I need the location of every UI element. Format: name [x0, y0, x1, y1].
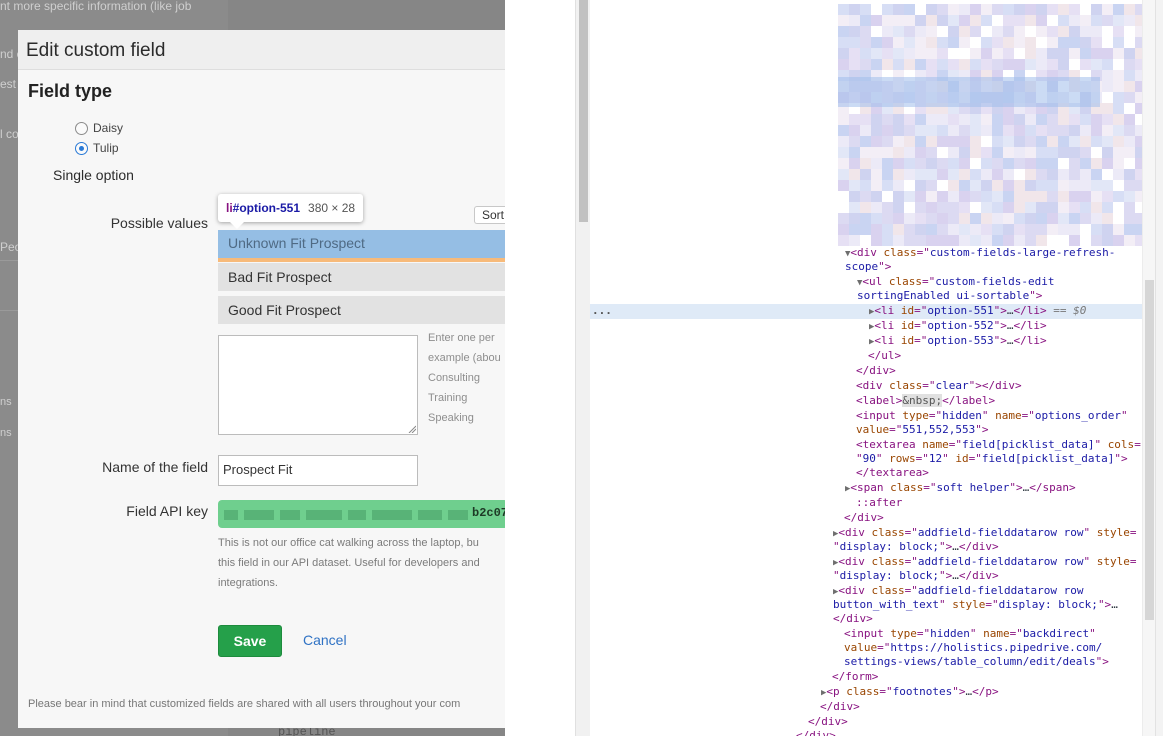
dom-node-line[interactable]: <textarea name="field[picklist_data]" co…	[856, 438, 1141, 452]
devtools-scrollbar[interactable]	[1142, 0, 1155, 736]
screen: nt more specific information (like job n…	[0, 0, 1163, 736]
dom-node-line[interactable]: scope">	[845, 260, 891, 274]
dom-node-line[interactable]: ▶<p class="footnotes">…</p>	[821, 685, 999, 700]
dom-node-line[interactable]: </div>	[856, 364, 896, 378]
bg-text: est	[0, 77, 17, 91]
dom-node-line[interactable]: value="551,552,553">	[856, 423, 988, 437]
bg-text: l co	[0, 127, 19, 141]
modal-body: Field type Daisy Tulip Single option Pos…	[18, 70, 505, 728]
bg-text: nt more specific information (like job	[0, 0, 192, 13]
dom-node-line[interactable]: </textarea>	[856, 466, 929, 480]
dom-node-line[interactable]: ▶<div class="addfield-fielddatarow row" …	[833, 526, 1137, 541]
devtools-side-panel-edge	[1155, 0, 1163, 736]
dom-node-line[interactable]: <input type="hidden" name="backdirect"	[844, 627, 1096, 641]
dom-node-line[interactable]: </div>	[820, 700, 860, 714]
tooltip-tag: li	[226, 201, 233, 215]
dom-node-line[interactable]: </ul>	[868, 349, 901, 363]
dom-node-line[interactable]: ▶<li id="option-552">…</li>	[869, 319, 1047, 334]
modal-header: Edit custom field	[18, 30, 505, 70]
dom-node-line[interactable]: ▼<div class="custom-fields-large-refresh…	[845, 246, 1115, 261]
page-scrollbar[interactable]	[575, 0, 590, 736]
dom-node-line[interactable]: ▶<div class="addfield-fielddatarow row	[833, 584, 1084, 599]
footnote: Please bear in mind that customized fiel…	[28, 698, 461, 710]
dom-node-line[interactable]: ▶<span class="soft helper">…</span>	[845, 481, 1076, 496]
field-type-label: Tulip	[93, 141, 119, 155]
edit-custom-field-modal: Edit custom field Field type Daisy Tulip…	[18, 30, 505, 728]
list-item-option-553[interactable]: Good Fit Prospect	[218, 296, 505, 324]
option-label: Good Fit Prospect	[228, 302, 341, 318]
dom-node-line[interactable]: ▶<div class="addfield-fielddatarow row" …	[833, 555, 1137, 570]
tooltip-id: #option-551	[232, 201, 301, 215]
dom-node-line[interactable]: <input type="hidden" name="options_order…	[856, 409, 1128, 423]
dom-node-line[interactable]: sortingEnabled ui-sortable">	[857, 289, 1042, 303]
field-name-input[interactable]: Prospect Fit	[218, 455, 418, 486]
dom-node-line[interactable]: value="https://holistics.pipedrive.com/	[844, 641, 1102, 655]
field-type-heading: Field type	[28, 81, 113, 101]
sort-button[interactable]: Sort	[474, 206, 505, 224]
dom-node-line[interactable]: </form>	[832, 670, 878, 684]
dom-node-line[interactable]: </div>	[833, 612, 873, 626]
dom-node-line[interactable]: settings-views/table_column/edit/deals">	[844, 655, 1109, 669]
values-textarea[interactable]	[218, 335, 418, 435]
field-name-label: Name of the field	[102, 459, 208, 475]
radio-unchecked-icon[interactable]	[75, 121, 88, 135]
modal-title: Edit custom field	[26, 40, 166, 61]
dom-node-line[interactable]: button_with_text" style="display: block;…	[833, 598, 1118, 612]
dom-node-line[interactable]: </div>	[796, 729, 836, 736]
api-key-field[interactable]: b2c07	[218, 500, 505, 528]
save-button[interactable]: Save	[218, 625, 282, 657]
dom-node-line[interactable]: "90" rows="12" id="field[picklist_data]"…	[856, 452, 1128, 466]
field-type-option-tulip[interactable]: Tulip	[75, 141, 119, 155]
api-key-description: this field in our API dataset. Useful fo…	[218, 557, 480, 569]
list-item-option-552[interactable]: Bad Fit Prospect	[218, 263, 505, 291]
dom-node-line[interactable]: ▼<ul class="custom-fields-edit	[857, 275, 1055, 290]
api-key-label: Field API key	[126, 503, 208, 519]
inspector-tooltip: li#option-551 380 × 28	[218, 194, 364, 222]
values-hint: Training	[428, 392, 468, 404]
node-actions-ellipsis[interactable]: ...	[592, 304, 612, 317]
field-type-option-daisy[interactable]: Daisy	[75, 121, 123, 135]
dom-node-line[interactable]: ::after	[856, 496, 902, 510]
bg-text: ns	[0, 427, 12, 439]
page-scrollbar-thumb[interactable]	[579, 0, 588, 222]
dom-node-line[interactable]: "display: block;">…</div>	[833, 540, 999, 554]
resize-grip-icon[interactable]	[408, 425, 416, 433]
option-label: Unknown Fit Prospect	[228, 235, 365, 251]
tooltip-arrow	[230, 222, 244, 229]
values-hint: Enter one per	[428, 332, 495, 344]
page-gap	[505, 0, 575, 736]
values-hint: example (abou	[428, 352, 501, 364]
api-key-description: integrations.	[218, 577, 278, 589]
dom-node-line[interactable]: <div class="clear"></div>	[856, 379, 1022, 393]
values-hint: Consulting	[428, 372, 480, 384]
field-type-label: Daisy	[93, 121, 124, 135]
option-label: Bad Fit Prospect	[228, 269, 332, 285]
pixelated-redaction	[838, 0, 1142, 246]
selected-type-heading: Single option	[53, 167, 134, 183]
dom-node-line[interactable]: "display: block;">…</div>	[833, 569, 999, 583]
radio-checked-icon[interactable]	[75, 141, 88, 155]
tooltip-dimensions: 380 × 28	[308, 201, 356, 215]
devtools-elements-panel: ... ▼<div class="custom-fields-large-ref…	[590, 0, 1163, 736]
possible-values-label: Possible values	[110, 215, 208, 231]
devtools-scrollbar-thumb[interactable]	[1145, 280, 1154, 620]
dom-node-line[interactable]: <label>&nbsp;</label>	[856, 394, 995, 408]
dom-node-line[interactable]: </div>	[844, 511, 884, 525]
dom-node-selected[interactable]: ▶<li id="option-551">…</li> == $0	[869, 304, 1086, 319]
api-key-description: This is not our office cat walking acros…	[218, 537, 479, 549]
cancel-link[interactable]: Cancel	[303, 632, 347, 648]
bg-text: ns	[0, 396, 12, 408]
values-hint: Speaking	[428, 412, 474, 424]
dom-node-line[interactable]: </div>	[808, 715, 848, 729]
dom-node-line[interactable]: ▶<li id="option-553">…</li>	[869, 334, 1047, 349]
api-key-value: b2c07	[472, 506, 505, 520]
